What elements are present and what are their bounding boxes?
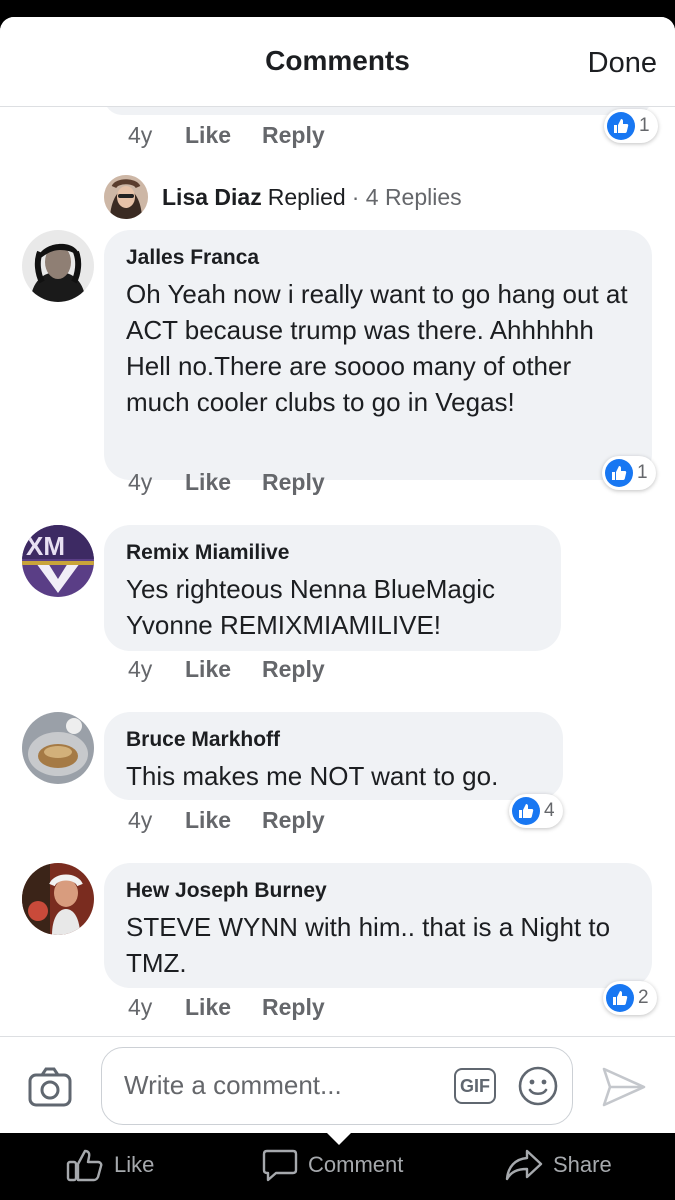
reaction-count: 1 [637,462,648,483]
comment-age: 4y [128,469,153,495]
avatar[interactable] [22,230,94,302]
comment-age: 4y [128,994,153,1020]
comment-actions: 4y Like Reply [128,994,325,1021]
reply-count: · 4 Replies [351,183,462,210]
reaction-badge[interactable]: 2 [603,981,657,1015]
thumbs-up-icon [66,1149,103,1182]
comment-author[interactable]: Hew Joseph Burney [126,877,630,905]
done-button[interactable]: Done [588,47,657,80]
comment-action-button[interactable]: Comment [262,1147,403,1183]
comment-input-placeholder: Write a comment... [124,1070,342,1100]
like-button[interactable]: Like [185,994,262,1021]
share-action-button[interactable]: Share [505,1147,612,1183]
comment-author[interactable]: Remix Miamilive [126,539,539,567]
replies-link[interactable]: Lisa Diaz Replied · 4 Replies [104,175,462,219]
reply-button[interactable]: Reply [262,122,325,149]
share-action-label: Share [553,1152,612,1177]
comment-actions: 4y Like Reply [128,469,325,496]
comments-sheet: Comments Done 4y Like Reply 1 Lisa Diaz … [0,17,675,1133]
comment-actions: 4y Like Reply [128,656,325,683]
comment-text: Oh Yeah now i really want to go hang out… [126,279,628,417]
previous-comment-actions: 4y Like Reply [128,122,325,149]
like-button[interactable]: Like [185,122,262,149]
thumbs-up-icon [607,112,635,140]
comment-age: 4y [128,807,153,833]
thumbs-up-icon [512,797,540,825]
reaction-badge[interactable]: 1 [604,109,658,143]
share-icon [505,1149,543,1181]
comment-text: STEVE WYNN with him.. that is a Night to… [126,912,611,978]
reaction-badge[interactable]: 4 [509,794,563,828]
active-tab-indicator [326,1132,352,1145]
reply-button[interactable]: Reply [262,994,325,1021]
like-action-button[interactable]: Like [66,1147,154,1183]
comment-input[interactable]: Write a comment... GIF [101,1047,573,1125]
reply-button[interactable]: Reply [262,656,325,683]
thumbs-up-icon [606,984,634,1012]
comment-text: Yes righteous Nenna BlueMagic Yvonne REM… [126,574,496,640]
like-action-label: Like [114,1152,155,1177]
reaction-count: 1 [639,115,650,136]
smiley-icon[interactable] [517,1065,559,1107]
replied-label: Replied [267,183,346,210]
send-icon[interactable] [600,1065,648,1109]
reply-button[interactable]: Reply [262,469,325,496]
like-button[interactable]: Like [185,807,262,834]
reply-button[interactable]: Reply [262,807,325,834]
avatar[interactable] [22,712,94,784]
comment-actions: 4y Like Reply [128,807,325,834]
comment-bubble[interactable]: Jalles Franca Oh Yeah now i really want … [104,230,652,480]
reaction-count: 4 [544,800,555,821]
page-title: Comments [265,45,410,76]
comment-age: 4y [128,656,153,682]
comment-composer: Write a comment... GIF [0,1036,675,1133]
thumbs-up-icon [605,459,633,487]
replier-name: Lisa Diaz [162,183,262,210]
like-button[interactable]: Like [185,656,262,683]
header: Comments Done [0,17,675,107]
comment-author[interactable]: Bruce Markhoff [126,726,541,754]
comment-action-label: Comment [308,1152,404,1177]
reaction-count: 2 [638,987,649,1008]
comment-icon [262,1149,298,1182]
comment-age: 4y [128,122,153,148]
comment-bubble[interactable]: Bruce Markhoff This makes me NOT want to… [104,712,563,800]
comment-text: This makes me NOT want to go. [126,761,499,791]
reaction-badge[interactable]: 1 [602,456,656,490]
like-button[interactable]: Like [185,469,262,496]
avatar [104,175,148,219]
svg-text:XM: XM [26,531,65,561]
gif-button[interactable]: GIF [454,1068,496,1104]
comment-author[interactable]: Jalles Franca [126,244,630,272]
avatar[interactable] [22,863,94,935]
comment-bubble[interactable]: Hew Joseph Burney STEVE WYNN with him.. … [104,863,652,988]
comment-bubble[interactable]: Remix Miamilive Yes righteous Nenna Blue… [104,525,561,651]
avatar[interactable]: XM [22,525,94,597]
camera-icon[interactable] [28,1067,72,1107]
